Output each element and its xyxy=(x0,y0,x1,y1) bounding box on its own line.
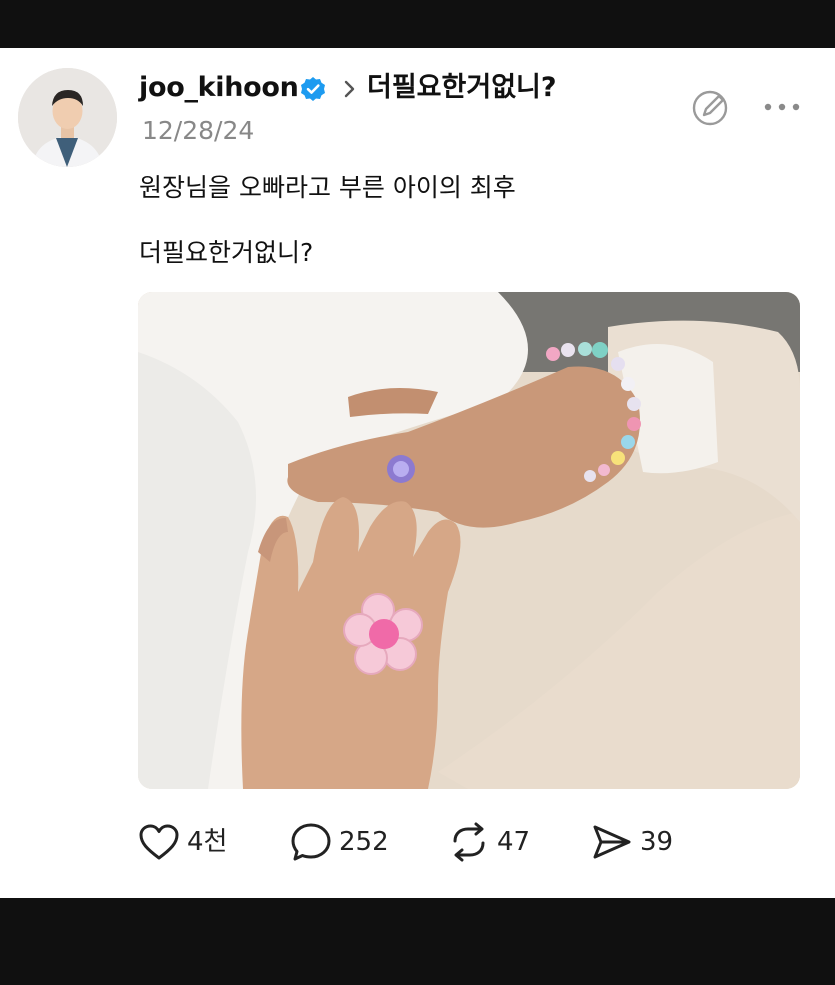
verified-badge-icon xyxy=(301,77,325,101)
chevron-right-icon xyxy=(344,80,355,98)
repost-icon xyxy=(453,822,485,862)
repost-count: 47 xyxy=(497,827,531,857)
community-link[interactable]: 더필요한거없니? xyxy=(367,72,557,104)
send-icon xyxy=(593,825,631,859)
avatar[interactable] xyxy=(18,68,117,167)
like-count: 4천 xyxy=(187,827,228,857)
status-bar xyxy=(0,0,835,48)
more-dots-icon[interactable] xyxy=(763,98,801,116)
post-text-line-1: 원장님을 오빠라고 부른 아이의 최후 xyxy=(139,173,516,202)
post-photo[interactable] xyxy=(138,292,800,789)
post-date: 12/28/24 xyxy=(142,116,255,145)
heart-icon xyxy=(139,824,179,860)
like-button[interactable]: 4천 xyxy=(137,818,227,866)
reply-button[interactable]: 252 xyxy=(289,818,389,866)
repost-button[interactable]: 47 xyxy=(447,818,530,866)
reply-count: 252 xyxy=(339,827,389,857)
post-text-line-2: 더필요한거없니? xyxy=(139,238,314,267)
speech-bubble-icon xyxy=(291,823,331,861)
share-count: 39 xyxy=(640,827,674,857)
edit-compose-icon[interactable] xyxy=(690,88,730,128)
post-card: joo_kihoon 더필요한거없니? 12/28/24 원장님을 오빠라고 부… xyxy=(0,48,835,898)
username[interactable]: joo_kihoon xyxy=(139,72,299,104)
share-button[interactable]: 39 xyxy=(590,818,673,866)
navigation-bar xyxy=(0,898,835,985)
